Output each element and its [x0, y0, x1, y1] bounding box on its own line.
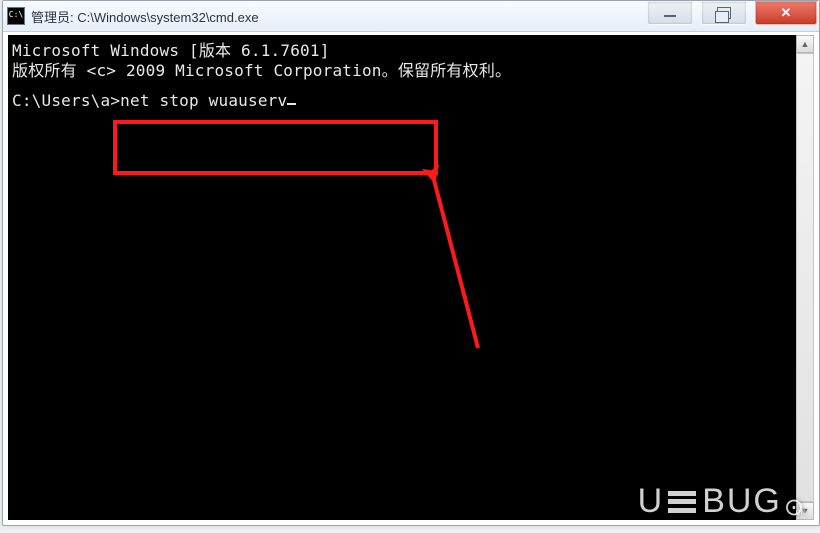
watermark-u: U: [638, 482, 665, 521]
term-line-2: 版权所有 <c> 2009 Microsoft Corporation。保留所有…: [12, 61, 511, 80]
watermark-suffix: cn: [795, 507, 806, 518]
cmd-window: C:\ 管理员: C:\Windows\system32\cmd.exe ✕ M…: [2, 0, 820, 526]
close-icon: ✕: [781, 5, 792, 21]
caption-buttons: ✕: [647, 1, 817, 25]
vertical-scrollbar[interactable]: ▲ ▼: [796, 35, 814, 520]
watermark-bars-icon: [668, 491, 696, 513]
scroll-thumb[interactable]: [796, 53, 814, 502]
close-button[interactable]: ✕: [755, 1, 817, 25]
minimize-icon: [664, 15, 676, 17]
client-area: Microsoft Windows [版本 6.1.7601] 版权所有 <c>…: [8, 35, 814, 520]
watermark-text: BUG: [702, 482, 782, 521]
term-line-1: Microsoft Windows [版本 6.1.7601]: [12, 41, 330, 60]
title-bar[interactable]: C:\ 管理员: C:\Windows\system32\cmd.exe ✕: [3, 1, 819, 32]
terminal-output[interactable]: Microsoft Windows [版本 6.1.7601] 版权所有 <c>…: [8, 35, 796, 520]
scroll-up-button[interactable]: ▲: [796, 35, 814, 53]
watermark: U BUG ⊙ cn: [638, 482, 808, 521]
restore-button[interactable]: [701, 1, 747, 25]
text-cursor: [287, 103, 296, 105]
blank-line: [12, 81, 792, 91]
cmd-icon: C:\: [7, 7, 25, 25]
command-text: net stop wuauserv: [120, 91, 287, 110]
page-root: C:\ 管理员: C:\Windows\system32\cmd.exe ✕ M…: [0, 0, 820, 533]
restore-icon: [717, 7, 731, 19]
minimize-button[interactable]: [647, 1, 693, 25]
window-title: 管理员: C:\Windows\system32\cmd.exe: [31, 7, 259, 26]
prompt-prefix: C:\Users\a>: [12, 91, 120, 110]
